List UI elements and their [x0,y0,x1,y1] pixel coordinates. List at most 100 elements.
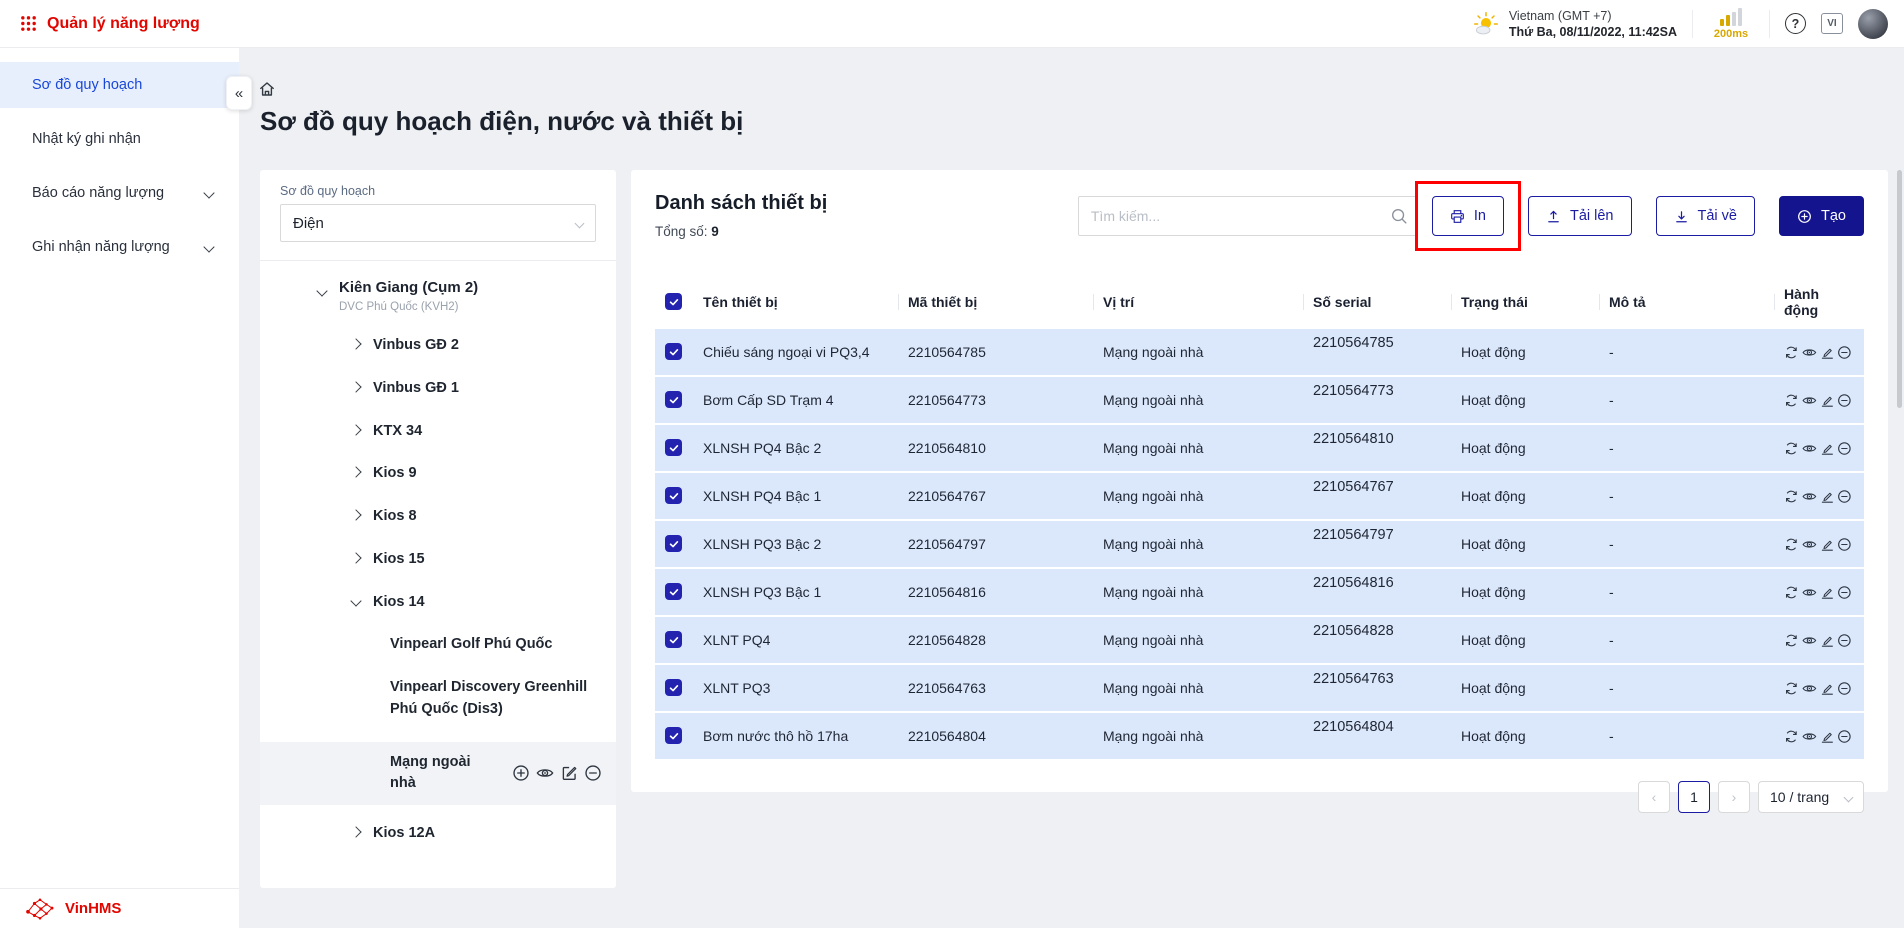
checkbox-checked[interactable] [665,583,682,600]
pagination-page-1[interactable]: 1 [1678,781,1710,813]
tree-item[interactable]: Vinpearl Discovery Greenhill Phú Quốc (D… [280,677,596,721]
upload-button[interactable]: Tải lên [1528,196,1632,236]
checkbox-checked[interactable] [665,631,682,648]
avatar[interactable] [1858,9,1888,39]
chevron-right-icon[interactable] [350,826,361,837]
tree-item[interactable]: KTX 34 [280,421,596,443]
edit-icon[interactable] [1820,584,1835,601]
edit-icon[interactable] [1820,632,1835,649]
sync-icon[interactable] [1784,344,1799,361]
cell-description: - [1599,329,1774,375]
tree-item[interactable]: Mạng ngoài nhà [260,742,616,806]
sidebar-item-2[interactable]: Nhật ký ghi nhận [0,116,239,162]
checkbox-checked[interactable] [665,679,682,696]
language-switcher[interactable]: VI [1821,13,1843,34]
view-icon[interactable] [1802,440,1817,457]
print-button[interactable]: In [1432,196,1504,236]
view-icon[interactable] [1802,584,1817,601]
checkbox-checked[interactable] [665,343,682,360]
remove-icon[interactable] [1837,344,1852,361]
view-icon[interactable] [1802,728,1817,745]
edit-icon[interactable] [1820,440,1835,457]
checkbox-checked[interactable] [665,391,682,408]
view-icon[interactable] [1802,344,1817,361]
checkbox-checked[interactable] [665,535,682,552]
remove-icon[interactable] [1837,680,1852,697]
tree-item[interactable]: Kios 9 [280,463,596,485]
remove-icon[interactable] [584,764,602,782]
grid-menu-icon[interactable] [20,15,37,32]
create-button[interactable]: Tạo [1779,196,1864,236]
edit-icon[interactable] [1820,680,1835,697]
cell-serial: 2210564785 [1303,329,1451,375]
checkbox-checked[interactable] [665,439,682,456]
tree-item[interactable]: Kios 14 [280,592,596,614]
view-icon[interactable] [1802,680,1817,697]
edit-icon[interactable] [1820,488,1835,505]
sync-icon[interactable] [1784,680,1799,697]
chevron-down-icon[interactable] [350,595,361,606]
sync-icon[interactable] [1784,584,1799,601]
sidebar: Sơ đồ quy hoạch Nhật ký ghi nhận Báo cáo n… [0,48,239,928]
tree-root-item[interactable]: Kiên Giang (Cụm 2) DVC Phú Quốc (KVH2) [280,279,596,313]
cell-description: - [1599,473,1774,519]
chevron-right-icon[interactable] [350,381,361,392]
view-icon[interactable] [1802,536,1817,553]
tree-item[interactable]: Kios 15 [280,549,596,571]
remove-icon[interactable] [1837,392,1852,409]
sync-icon[interactable] [1784,536,1799,553]
sidebar-collapse-button[interactable]: « [226,76,252,110]
sync-icon[interactable] [1784,488,1799,505]
edit-icon[interactable] [1820,392,1835,409]
cell-device-code: 2210564767 [898,473,1093,519]
view-icon[interactable] [536,764,554,782]
chevron-down-icon[interactable] [316,285,327,296]
search-input[interactable] [1078,196,1418,236]
page-size-select[interactable]: 10 / trang [1758,781,1864,813]
edit-icon[interactable] [1820,728,1835,745]
tree-item[interactable]: Kios 8 [280,506,596,528]
checkbox-checked[interactable] [665,727,682,744]
chevron-right-icon[interactable] [350,467,361,478]
sync-icon[interactable] [1784,632,1799,649]
chevron-right-icon[interactable] [350,552,361,563]
edit-icon[interactable] [1820,344,1835,361]
sync-icon[interactable] [1784,728,1799,745]
sidebar-item-4[interactable]: Ghi nhận năng lượng [0,224,239,270]
chevron-right-icon[interactable] [350,509,361,520]
remove-icon[interactable] [1837,728,1852,745]
view-icon[interactable] [1802,632,1817,649]
remove-icon[interactable] [1837,440,1852,457]
scheme-select[interactable]: Điện [280,204,596,242]
chevron-right-icon[interactable] [350,424,361,435]
tree-item[interactable]: Vinpearl Golf Phú Quốc [280,634,596,656]
view-icon[interactable] [1802,392,1817,409]
remove-icon[interactable] [1837,632,1852,649]
sidebar-item-1[interactable]: Sơ đồ quy hoạch [0,62,239,108]
sync-icon[interactable] [1784,440,1799,457]
sidebar-item-3[interactable]: Báo cáo năng lượng [0,170,239,216]
remove-icon[interactable] [1837,584,1852,601]
remove-icon[interactable] [1837,488,1852,505]
chevron-right-icon[interactable] [350,338,361,349]
tree-item[interactable]: Vinbus GĐ 2 [280,335,596,357]
pagination-prev-button[interactable]: ‹ [1638,781,1670,813]
checkbox-checked[interactable] [665,487,682,504]
checkbox-checked[interactable] [665,293,682,310]
sync-icon[interactable] [1784,392,1799,409]
vertical-scrollbar-thumb[interactable] [1897,170,1902,408]
cell-location: Mạng ngoài nhà [1093,377,1303,423]
edit-icon[interactable] [560,764,578,782]
tree-item[interactable]: Vinbus GĐ 1 [280,378,596,400]
view-icon[interactable] [1802,488,1817,505]
pagination-next-button[interactable]: › [1718,781,1750,813]
edit-icon[interactable] [1820,536,1835,553]
tree-root-label: Kiên Giang (Cụm 2) [339,279,478,296]
tree-item[interactable]: Kios 12A [280,823,596,845]
help-icon[interactable]: ? [1785,13,1806,34]
download-button[interactable]: Tải về [1656,196,1756,236]
remove-icon[interactable] [1837,536,1852,553]
search-icon[interactable] [1390,207,1408,225]
add-icon[interactable] [512,764,530,782]
breadcrumb-home[interactable] [258,80,276,98]
